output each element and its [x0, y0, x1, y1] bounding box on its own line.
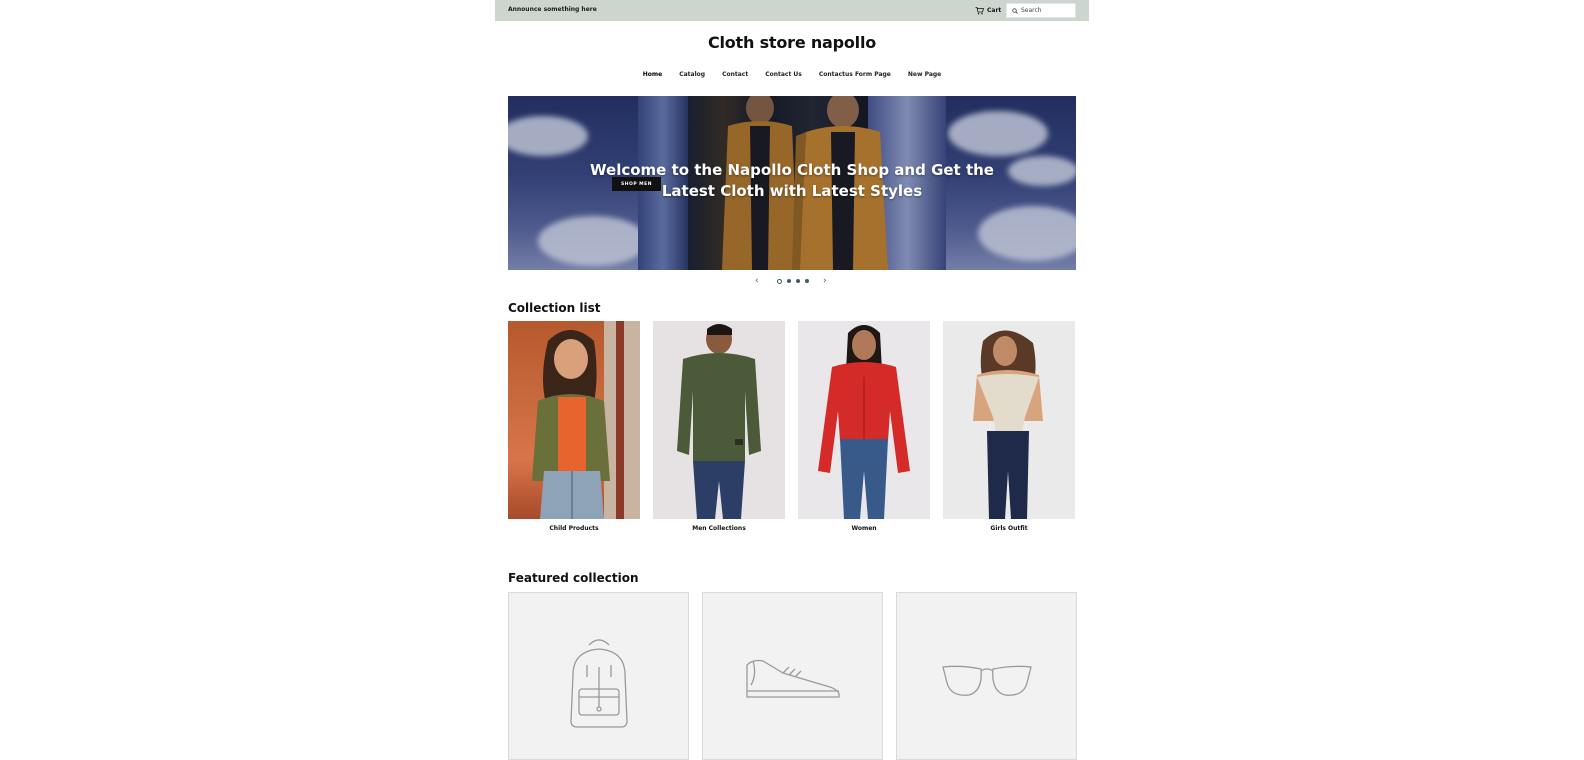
- cart-icon: [975, 6, 984, 14]
- collection-item-girls-outfit[interactable]: Girls Outfit: [943, 321, 1075, 532]
- site-title[interactable]: Cloth store napollo: [495, 33, 1089, 52]
- sneaker-icon: [746, 659, 840, 698]
- collection-label[interactable]: Men Collections: [653, 525, 785, 532]
- page: Announce something here Cart Cloth store…: [0, 0, 1584, 760]
- women-figure: [818, 325, 910, 519]
- collection-image-women[interactable]: [798, 321, 930, 519]
- nav-item-catalog[interactable]: Catalog: [679, 71, 705, 78]
- hero-slideshow[interactable]: Welcome to the Napollo Cloth Shop and Ge…: [508, 96, 1076, 270]
- collection-image-child[interactable]: [508, 321, 640, 519]
- nav-item-contact[interactable]: Contact: [722, 71, 748, 78]
- collection-item-child-products[interactable]: Child Products: [508, 321, 640, 532]
- nav-item-contactus-form-page[interactable]: Contactus Form Page: [819, 71, 891, 78]
- chevron-left-icon[interactable]: ‹: [755, 275, 759, 287]
- slide-dot-3[interactable]: [796, 279, 800, 283]
- glasses-icon: [942, 665, 1032, 696]
- nav-item-contact-us[interactable]: Contact Us: [765, 71, 802, 78]
- collection-image-men[interactable]: [653, 321, 785, 519]
- collection-label[interactable]: Girls Outfit: [943, 525, 1075, 532]
- featured-collection-title: Featured collection: [508, 571, 639, 585]
- child-figure: [532, 321, 640, 519]
- nav-item-home[interactable]: Home: [643, 71, 662, 78]
- shop-men-button[interactable]: SHOP MEN: [612, 177, 661, 191]
- collection-item-men-collections[interactable]: Men Collections: [653, 321, 785, 532]
- cart-link[interactable]: Cart: [975, 5, 1001, 16]
- collection-label[interactable]: Child Products: [508, 525, 640, 532]
- search-box[interactable]: [1006, 3, 1077, 18]
- featured-product-1[interactable]: [508, 592, 689, 760]
- featured-product-2[interactable]: [702, 592, 883, 760]
- slideshow-dots: [777, 278, 809, 284]
- nav-item-new-page[interactable]: New Page: [908, 71, 941, 78]
- announcement-text: Announce something here: [508, 6, 597, 13]
- main-nav: Home Catalog Contact Contact Us Contactu…: [495, 71, 1089, 78]
- backpack-icon: [570, 639, 628, 728]
- men-figure: [677, 324, 761, 519]
- announcement-bar: Announce something here Cart: [495, 0, 1089, 21]
- search-input[interactable]: [1021, 7, 1077, 14]
- collection-label[interactable]: Women: [798, 525, 930, 532]
- collection-item-women[interactable]: Women: [798, 321, 930, 532]
- slide-dot-1[interactable]: [777, 278, 782, 284]
- collection-list-title: Collection list: [508, 301, 601, 315]
- chevron-right-icon[interactable]: ›: [823, 275, 827, 287]
- girls-figure: [973, 330, 1043, 519]
- slideshow-controls: ‹ ›: [495, 275, 1089, 287]
- slide-dot-4[interactable]: [805, 279, 809, 283]
- page-container: Announce something here Cart Cloth store…: [495, 0, 1089, 760]
- slide-dot-2[interactable]: [787, 279, 791, 283]
- search-icon[interactable]: [1012, 7, 1018, 14]
- featured-product-3[interactable]: [896, 592, 1077, 760]
- cart-label: Cart: [987, 7, 1002, 14]
- collection-image-girls[interactable]: [943, 321, 1075, 519]
